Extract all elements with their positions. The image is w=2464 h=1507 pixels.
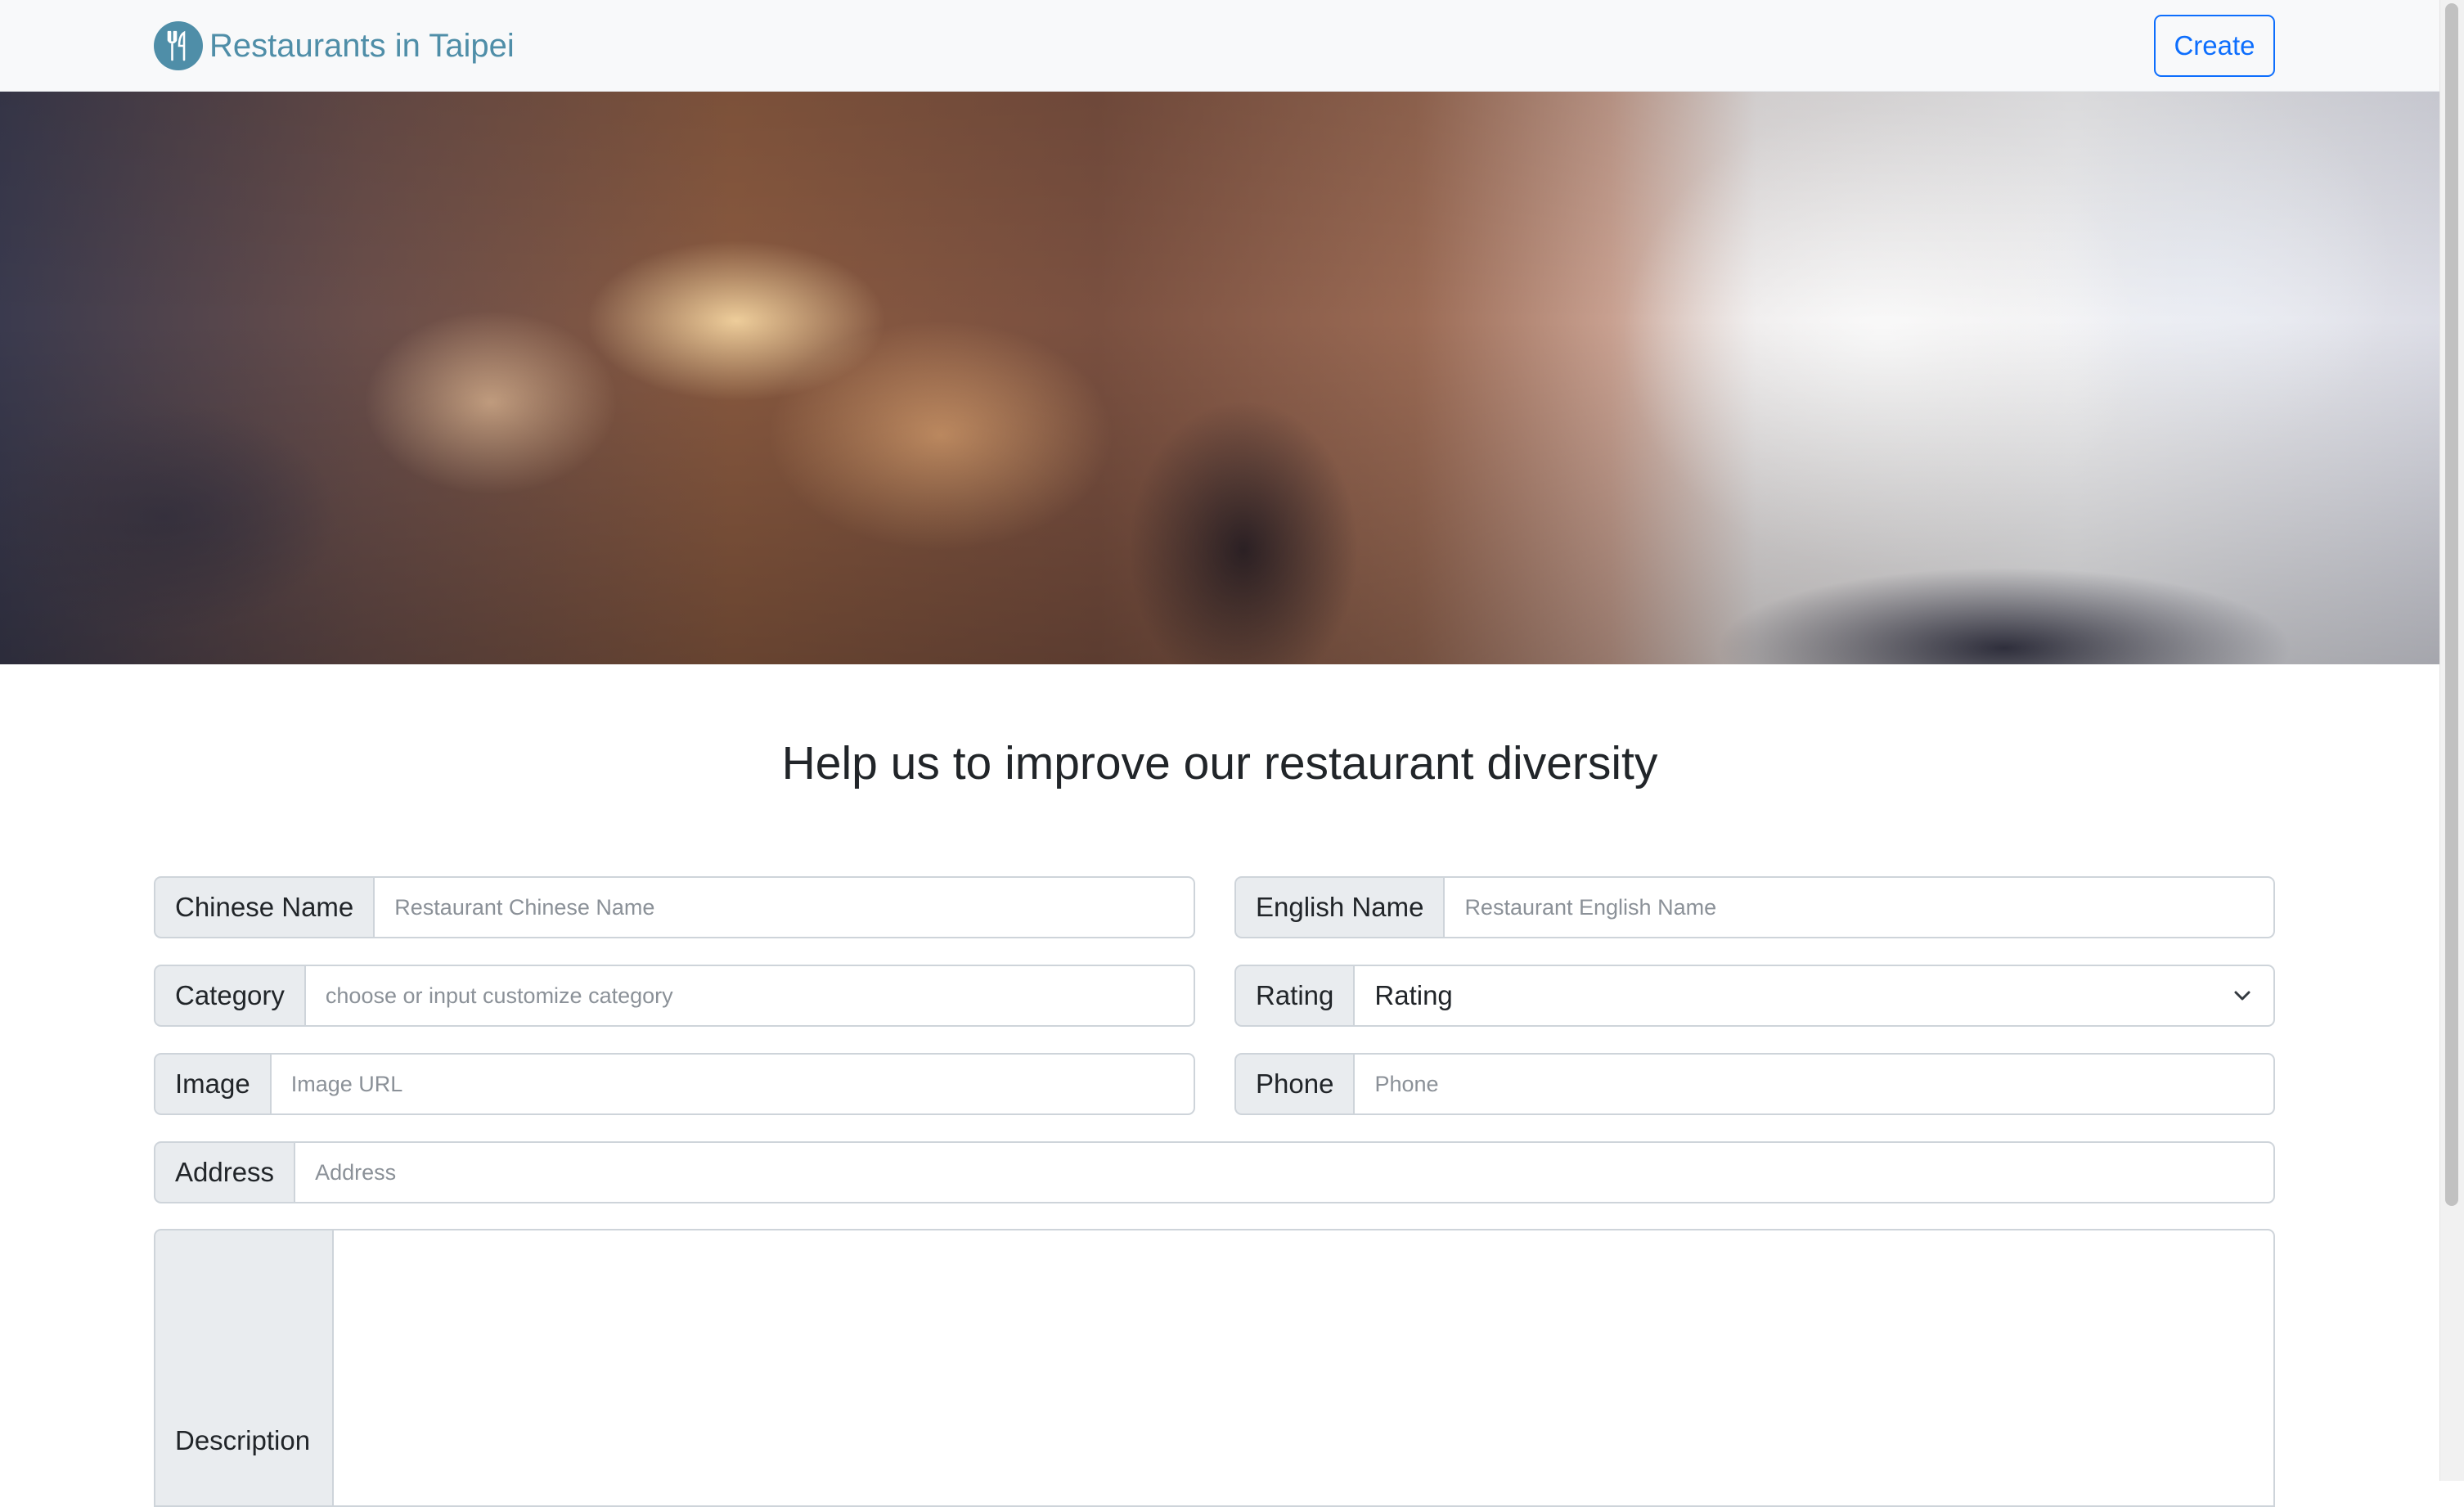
phone-group: Phone [1234,1053,2275,1115]
scrollbar-thumb[interactable] [2445,3,2458,1206]
hero-banner-image [0,92,2439,664]
address-input[interactable] [294,1141,2275,1203]
hero-shade [0,92,2439,664]
category-group: Category [154,965,1195,1027]
rating-group: Rating Rating [1234,965,2275,1027]
scrollbar[interactable] [2439,0,2464,1481]
chinese-name-input[interactable] [373,876,1195,938]
phone-label: Phone [1234,1053,1354,1115]
description-addon: Description [154,1229,332,1507]
image-label: Image [154,1053,270,1115]
description-textarea[interactable] [332,1229,2275,1507]
address-label: Address [154,1141,295,1203]
english-name-group: English Name [1234,876,2275,938]
image-url-input[interactable] [269,1053,1195,1115]
create-button[interactable]: Create [2154,15,2275,77]
fork-knife-icon [154,21,203,70]
brand-title: Restaurants in Taipei [209,27,515,64]
chinese-name-label: Chinese Name [154,876,374,938]
phone-input[interactable] [1353,1053,2275,1115]
rating-label: Rating [1234,965,1354,1027]
address-group: Address [154,1141,2275,1203]
rating-select[interactable]: Rating [1353,965,2275,1027]
navbar: Restaurants in Taipei Create [0,0,2439,92]
image-group: Image [154,1053,1195,1115]
english-name-label: English Name [1234,876,1444,938]
category-input[interactable] [304,965,1195,1027]
brand-link[interactable]: Restaurants in Taipei [154,21,515,70]
category-label: Category [154,965,304,1027]
rating-selected-value: Rating [1374,980,1453,1010]
description-label: Description [175,1425,311,1455]
description-group: Description [154,1229,2275,1507]
chinese-name-group: Chinese Name [154,876,1195,938]
english-name-input[interactable] [1443,876,2275,938]
chevron-down-icon [2234,991,2250,1001]
page-title: Help us to improve our restaurant divers… [781,737,1658,789]
